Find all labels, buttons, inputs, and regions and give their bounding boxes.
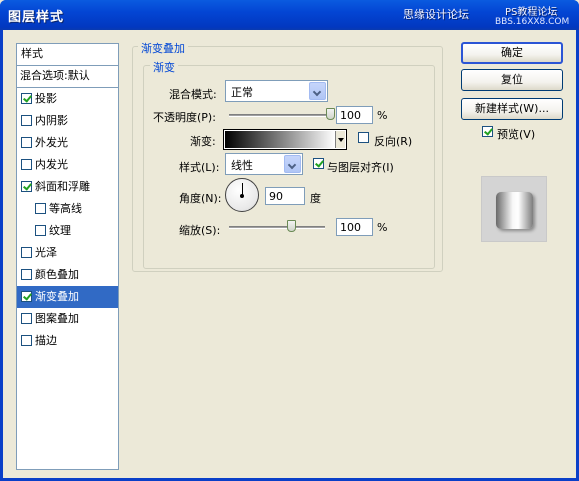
preview-label[interactable]: 预览(V) bbox=[497, 126, 535, 142]
scale-unit: % bbox=[377, 221, 388, 234]
group-title: 渐变叠加 bbox=[138, 40, 188, 56]
angle-value: 90 bbox=[269, 190, 283, 203]
angle-dial[interactable] bbox=[225, 178, 259, 212]
opacity-slider-thumb[interactable] bbox=[326, 108, 335, 120]
style-item-label: 光泽 bbox=[35, 246, 57, 259]
scale-value: 100 bbox=[340, 221, 361, 234]
title-bar[interactable]: 图层样式 思缘设计论坛 PS教程论坛 BBS.16XX8.COM bbox=[0, 0, 579, 30]
watermark-text: 思缘设计论坛 bbox=[403, 8, 469, 21]
blend-mode-value: 正常 bbox=[231, 86, 253, 99]
blend-mode-label: 混合模式: bbox=[169, 88, 217, 101]
style-item-label: 纹理 bbox=[49, 224, 71, 237]
style-item-checkbox[interactable] bbox=[21, 313, 32, 324]
style-item-checkbox[interactable] bbox=[21, 335, 32, 346]
style-item[interactable]: 图案叠加 bbox=[17, 308, 118, 330]
style-item-checkbox[interactable] bbox=[35, 203, 46, 214]
watermark-url-text: BBS.16XX8.COM bbox=[495, 17, 570, 27]
style-item-checkbox[interactable] bbox=[21, 93, 32, 104]
style-item[interactable]: 等高线 bbox=[17, 198, 118, 220]
style-item[interactable]: 外发光 bbox=[17, 132, 118, 154]
reset-button[interactable]: 复位 bbox=[461, 69, 563, 91]
styles-list: 样式 混合选项:默认 投影内阴影外发光内发光斜面和浮雕等高线纹理光泽颜色叠加渐变… bbox=[16, 43, 119, 470]
style-label: 样式(L): bbox=[179, 161, 220, 174]
style-item[interactable]: 渐变叠加 bbox=[17, 286, 118, 308]
style-item-checkbox[interactable] bbox=[21, 137, 32, 148]
angle-unit: 度 bbox=[310, 192, 321, 205]
scale-slider-thumb[interactable] bbox=[286, 220, 296, 232]
style-item-label: 内发光 bbox=[35, 158, 68, 171]
style-item[interactable]: 描边 bbox=[17, 330, 118, 352]
style-item-checkbox[interactable] bbox=[21, 181, 32, 192]
style-item-label: 斜面和浮雕 bbox=[35, 180, 90, 193]
style-item-label: 等高线 bbox=[49, 202, 82, 215]
section-title: 渐变 bbox=[150, 59, 178, 75]
watermark-sub-text: PS教程论坛 bbox=[505, 7, 558, 18]
align-with-layer-label[interactable]: 与图层对齐(I) bbox=[327, 159, 394, 175]
style-item-checkbox[interactable] bbox=[21, 159, 32, 170]
gradient-style-select[interactable]: 线性 bbox=[225, 153, 303, 175]
angle-input[interactable]: 90 bbox=[265, 187, 305, 205]
style-item-checkbox[interactable] bbox=[21, 115, 32, 126]
style-item[interactable]: 内发光 bbox=[17, 154, 118, 176]
scale-input[interactable]: 100 bbox=[336, 218, 373, 236]
style-item[interactable]: 投影 bbox=[17, 88, 118, 110]
gradient-style-value: 线性 bbox=[231, 159, 253, 172]
style-item[interactable]: 颜色叠加 bbox=[17, 264, 118, 286]
preview-checkbox[interactable] bbox=[482, 126, 493, 137]
style-item-label: 渐变叠加 bbox=[35, 290, 79, 303]
angle-center bbox=[240, 194, 244, 198]
style-item-checkbox[interactable] bbox=[35, 225, 46, 236]
preview-swatch bbox=[496, 192, 533, 229]
style-item-checkbox[interactable] bbox=[21, 291, 32, 302]
gradient-swatch[interactable] bbox=[225, 131, 335, 148]
gradient-label: 渐变: bbox=[190, 135, 216, 148]
style-item-label: 图案叠加 bbox=[35, 312, 79, 325]
chevron-down-icon[interactable] bbox=[284, 155, 301, 173]
style-item[interactable]: 光泽 bbox=[17, 242, 118, 264]
opacity-label: 不透明度(P): bbox=[153, 111, 216, 124]
blend-options-item[interactable]: 混合选项:默认 bbox=[17, 66, 118, 88]
new-style-button[interactable]: 新建样式(W)... bbox=[461, 98, 563, 120]
opacity-unit: % bbox=[377, 109, 388, 122]
dialog-title: 图层样式 bbox=[8, 10, 65, 25]
style-item-checkbox[interactable] bbox=[21, 269, 32, 280]
angle-label: 角度(N): bbox=[179, 192, 222, 205]
reverse-label[interactable]: 反向(R) bbox=[374, 133, 412, 149]
reverse-checkbox[interactable] bbox=[358, 132, 369, 143]
styles-header[interactable]: 样式 bbox=[17, 44, 118, 66]
layer-style-dialog: 图层样式 思缘设计论坛 PS教程论坛 BBS.16XX8.COM 样式 混合选项… bbox=[0, 0, 579, 481]
style-preview bbox=[481, 176, 547, 242]
gradient-dropdown-icon[interactable] bbox=[335, 131, 345, 148]
scale-label: 缩放(S): bbox=[179, 224, 221, 237]
style-item-checkbox[interactable] bbox=[21, 247, 32, 258]
style-item[interactable]: 内阴影 bbox=[17, 110, 118, 132]
align-with-layer-checkbox[interactable] bbox=[313, 158, 324, 169]
style-item-label: 描边 bbox=[35, 334, 57, 347]
ok-button[interactable]: 确定 bbox=[461, 42, 563, 64]
style-item[interactable]: 斜面和浮雕 bbox=[17, 176, 118, 198]
style-item-label: 投影 bbox=[35, 92, 57, 105]
chevron-down-icon[interactable] bbox=[309, 82, 326, 100]
opacity-value: 100 bbox=[340, 109, 361, 122]
style-item-label: 内阴影 bbox=[35, 114, 68, 127]
style-item[interactable]: 纹理 bbox=[17, 220, 118, 242]
dialog-body: 样式 混合选项:默认 投影 内阴影 外发光 内发光 斜面和浮雕 等高线 纹理 光泽 颜色叠加 渐变… bbox=[3, 30, 576, 478]
blend-mode-select[interactable]: 正常 bbox=[225, 80, 328, 102]
gradient-picker[interactable] bbox=[223, 129, 347, 150]
opacity-slider-track[interactable] bbox=[229, 114, 331, 117]
opacity-input[interactable]: 100 bbox=[336, 106, 373, 124]
style-item-label: 颜色叠加 bbox=[35, 268, 79, 281]
style-item-label: 外发光 bbox=[35, 136, 68, 149]
scale-slider-track[interactable] bbox=[229, 226, 325, 229]
